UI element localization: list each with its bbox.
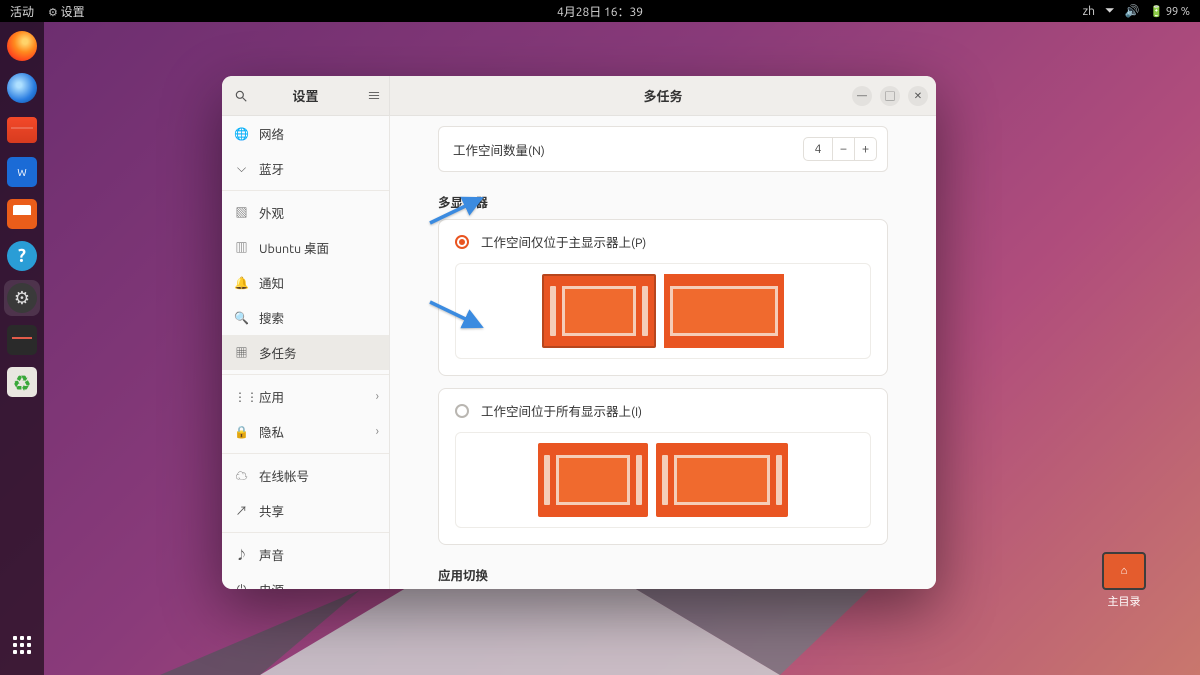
sidebar-item-bluetooth[interactable]: ⌵ 蓝牙: [222, 151, 389, 186]
desktop-icon: ▥: [234, 239, 249, 256]
spin-increment-button[interactable]: +: [854, 138, 876, 160]
app-switching-header: 应用切换: [438, 565, 888, 584]
hamburger-button[interactable]: ≡: [367, 86, 381, 106]
app-menu[interactable]: ⚙ 设置: [48, 3, 85, 20]
workspaces-count-value: 4: [804, 143, 832, 156]
option-workspaces-primary[interactable]: 工作空间仅位于主显示器上(P): [439, 220, 887, 263]
workspaces-count-spinner: 4 − +: [803, 137, 877, 161]
sidebar-item-label: 声音: [259, 545, 284, 564]
sidebar-item-search[interactable]: 🔍 搜索: [222, 300, 389, 335]
dock-trash[interactable]: ♻: [4, 364, 40, 400]
annotation-arrow-2: [426, 298, 486, 336]
window-minimize-button[interactable]: —: [852, 86, 872, 106]
network-icon: 🌐: [234, 127, 249, 141]
chevron-right-icon: ›: [376, 390, 379, 403]
bluetooth-icon: ⌵: [234, 162, 249, 176]
dock-files[interactable]: [4, 112, 40, 148]
sidebar-item-notifications[interactable]: 🔔 通知: [222, 265, 389, 300]
page-title: 多任务: [643, 86, 682, 105]
multi-display-card-all: 工作空间位于所有显示器上(I): [438, 388, 888, 545]
sidebar-item-label: 应用: [259, 387, 284, 406]
show-applications-button[interactable]: [4, 627, 40, 663]
activities-button[interactable]: 活动: [10, 3, 34, 20]
dock-software[interactable]: [4, 196, 40, 232]
settings-window: 设置 ≡ 多任务 — ▢ ✕ 🌐 网络 ⌵ 蓝牙 ▧ 外观 ▥ Ubuntu 桌面 🔔 通…: [222, 76, 936, 589]
dock-help[interactable]: ?: [4, 238, 40, 274]
app-menu-label: 设置: [61, 6, 85, 19]
apps-icon: ⋮⋮: [234, 390, 249, 404]
bell-icon: 🔔: [234, 276, 249, 290]
sidebar-title: 设置: [222, 86, 389, 105]
sidebar-item-label: 隐私: [259, 422, 284, 441]
sidebar-item-label: 共享: [259, 501, 284, 520]
sidebar-item-sharing[interactable]: ↗ 共享: [222, 493, 389, 528]
sidebar-item-privacy[interactable]: 🔒 隐私 ›: [222, 414, 389, 449]
sidebar-item-label: 电源: [259, 580, 284, 589]
multi-display-card: 工作空间仅位于主显示器上(P): [438, 219, 888, 376]
sidebar-item-label: 网络: [259, 124, 284, 143]
sidebar-item-multitasking[interactable]: ▦ 多任务: [222, 335, 389, 370]
dock-thunderbird[interactable]: [4, 70, 40, 106]
chevron-right-icon: ›: [376, 425, 379, 438]
radio-icon: [455, 235, 469, 249]
desktop-home-folder[interactable]: ⌂ 主目录: [1096, 552, 1152, 609]
battery-indicator[interactable]: 🔋 99 %: [1150, 5, 1190, 18]
option-label: 工作空间仅位于主显示器上(P): [481, 232, 646, 251]
cloud-icon: ☁: [234, 467, 249, 484]
dock-system-monitor[interactable]: [4, 322, 40, 358]
home-icon: ⌂: [1102, 552, 1146, 590]
appearance-icon: ▧: [234, 204, 249, 221]
sidebar-item-label: 在线帐号: [259, 466, 309, 485]
multitasking-icon: ▦: [234, 344, 249, 361]
sidebar-item-ubuntu-desktop[interactable]: ▥ Ubuntu 桌面: [222, 230, 389, 265]
radio-icon: [455, 404, 469, 418]
sidebar-item-online-accounts[interactable]: ☁ 在线帐号: [222, 458, 389, 493]
dock-firefox[interactable]: [4, 28, 40, 64]
settings-content[interactable]: 工作空间数量(N) 4 − + 多显示器 工作空间仅位于主显示器上(P): [390, 116, 936, 589]
option-workspaces-all[interactable]: 工作空间位于所有显示器上(I): [439, 389, 887, 432]
sidebar-item-label: 通知: [259, 273, 284, 292]
top-bar: 活动 ⚙ 设置 4月28日 16：39 zh ⏷ 🔊 🔋 99 %: [0, 0, 1200, 22]
sidebar-item-label: 搜索: [259, 308, 284, 327]
sidebar-item-network[interactable]: 🌐 网络: [222, 116, 389, 151]
illustration-primary: [439, 263, 887, 375]
sidebar-item-label: 蓝牙: [259, 159, 284, 178]
settings-sidebar[interactable]: 🌐 网络 ⌵ 蓝牙 ▧ 外观 ▥ Ubuntu 桌面 🔔 通知 🔍 搜索 ▦ 多任务 ⋮⋮ 应用…: [222, 116, 390, 589]
titlebar: 设置 ≡ 多任务 — ▢ ✕: [222, 76, 936, 116]
sidebar-item-appearance[interactable]: ▧ 外观: [222, 195, 389, 230]
sidebar-item-label: Ubuntu 桌面: [259, 238, 329, 257]
power-icon: ⏻: [234, 583, 249, 590]
sidebar-item-power[interactable]: ⏻ 电源: [222, 572, 389, 589]
spin-decrement-button[interactable]: −: [832, 138, 854, 160]
input-source-indicator[interactable]: zh: [1083, 5, 1095, 18]
gear-icon: ⚙: [48, 7, 58, 19]
share-icon: ↗: [234, 502, 249, 519]
search-icon: 🔍: [234, 311, 249, 325]
network-icon[interactable]: ⏷: [1105, 4, 1115, 18]
desktop-home-label: 主目录: [1096, 593, 1152, 609]
dock-settings[interactable]: ⚙: [4, 280, 40, 316]
volume-icon[interactable]: 🔊: [1125, 4, 1140, 18]
clock[interactable]: 4月28日 16：39: [557, 3, 643, 20]
workspaces-count-label: 工作空间数量(N): [453, 140, 545, 159]
lock-icon: 🔒: [234, 425, 249, 439]
dock-writer[interactable]: W: [4, 154, 40, 190]
sidebar-item-label: 外观: [259, 203, 284, 222]
sidebar-item-apps[interactable]: ⋮⋮ 应用 ›: [222, 379, 389, 414]
sound-icon: ♪: [234, 546, 249, 563]
workspaces-count-row: 工作空间数量(N) 4 − +: [438, 126, 888, 172]
sidebar-item-sound[interactable]: ♪ 声音: [222, 537, 389, 572]
window-maximize-button[interactable]: ▢: [880, 86, 900, 106]
multi-display-header: 多显示器: [438, 192, 888, 211]
annotation-arrow-1: [426, 193, 486, 231]
dock: W ? ⚙ ♻: [0, 22, 44, 675]
illustration-all: [439, 432, 887, 544]
sidebar-item-label: 多任务: [259, 343, 297, 362]
window-close-button[interactable]: ✕: [908, 86, 928, 106]
option-label: 工作空间位于所有显示器上(I): [481, 401, 642, 420]
